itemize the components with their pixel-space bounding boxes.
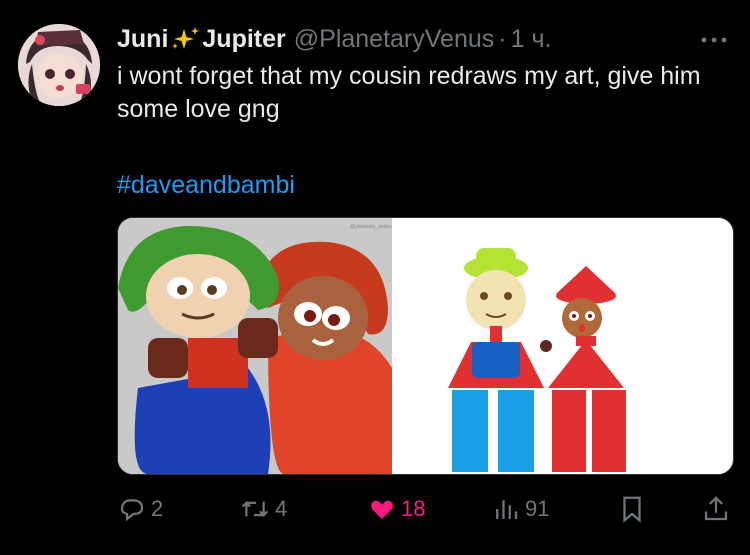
bookmark-icon	[623, 496, 641, 523]
views-count: 91	[525, 496, 550, 521]
like-button[interactable]: 18	[367, 492, 425, 526]
retweet-count: 4	[275, 496, 288, 521]
bookmark-button[interactable]	[617, 492, 647, 526]
sparkles-icon	[170, 26, 200, 52]
author-handle[interactable]: @PlanetaryVenus	[294, 25, 495, 54]
views-button[interactable]: 91	[491, 492, 549, 526]
share-button[interactable]	[701, 492, 731, 526]
reply-icon	[120, 499, 144, 522]
author-name-suffix[interactable]: Jupiter	[202, 25, 285, 54]
tweet-actions: 2 4 18 91	[117, 492, 732, 526]
reply-button[interactable]: 2	[117, 492, 163, 526]
more-options-icon[interactable]	[697, 30, 731, 50]
separator: ·	[498, 24, 507, 53]
fan-art-image: @planetary_venus	[118, 218, 392, 474]
tweet-text: i wont forget that my cousin redraws my …	[117, 62, 701, 123]
views-icon	[496, 500, 518, 519]
retweet-icon	[241, 501, 269, 517]
hashtag-link[interactable]: #daveandbambi	[117, 169, 295, 202]
watermark: @planetary_venus	[350, 224, 392, 230]
timestamp[interactable]: 1 ч.	[511, 25, 552, 54]
tweet-header: Juni Jupiter @PlanetaryVenus · 1 ч.	[117, 22, 551, 56]
author-name[interactable]: Juni	[117, 25, 168, 54]
original-art-image	[392, 218, 733, 474]
reply-count: 2	[151, 496, 164, 521]
share-icon	[704, 496, 728, 521]
like-count: 18	[401, 496, 426, 521]
retweet-button[interactable]: 4	[239, 492, 287, 526]
avatar[interactable]	[18, 24, 100, 106]
tweet-media[interactable]: @planetary_venus	[117, 217, 734, 475]
heart-icon	[371, 500, 393, 519]
